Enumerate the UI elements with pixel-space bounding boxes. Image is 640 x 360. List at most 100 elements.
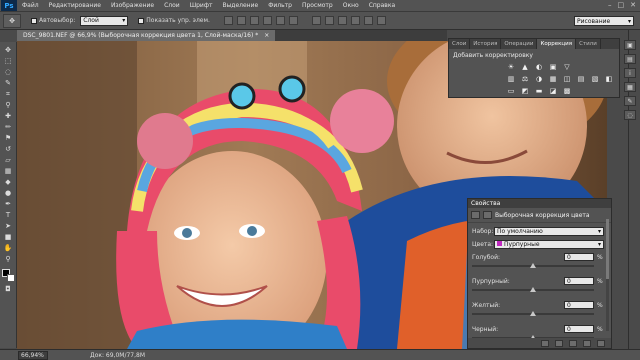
align-bottom-icon[interactable] <box>249 16 259 25</box>
menu-help[interactable]: Справка <box>364 2 400 9</box>
distribute-bottom-icon[interactable] <box>337 16 347 25</box>
move-tool-icon[interactable]: ✥ <box>2 45 15 55</box>
magenta-thumb[interactable] <box>530 287 536 292</box>
menu-image[interactable]: Изображение <box>106 2 159 9</box>
show-controls-checkbox[interactable] <box>138 17 145 24</box>
shape-tool-icon[interactable]: ■ <box>2 232 15 242</box>
document-size[interactable]: Док: 69,0M/77,8M <box>90 352 145 359</box>
zoom-field[interactable]: 66,94% <box>18 350 48 360</box>
gradient-map-icon[interactable]: ◩ <box>520 86 530 95</box>
pattern-icon[interactable]: ▩ <box>562 86 572 95</box>
auto-select-checkbox[interactable] <box>31 17 37 24</box>
healing-brush-tool-icon[interactable]: ✚ <box>2 111 15 121</box>
brush-presets-icon[interactable]: ✎ <box>624 96 636 106</box>
histogram-icon[interactable]: ▤ <box>624 54 636 64</box>
quick-select-tool-icon[interactable]: ✎ <box>2 78 15 88</box>
dodge-tool-icon[interactable]: ● <box>2 188 15 198</box>
quick-mask-icon[interactable]: ◘ <box>2 284 15 294</box>
background-color[interactable] <box>6 274 15 282</box>
clone-stamp-tool-icon[interactable]: ⚑ <box>2 133 15 143</box>
swatches-icon[interactable]: ▦ <box>624 82 636 92</box>
distribute-left-icon[interactable] <box>350 16 360 25</box>
blur-tool-icon[interactable]: ◆ <box>2 177 15 187</box>
distribute-vcenter-icon[interactable] <box>324 16 334 25</box>
distribute-hcenter-icon[interactable] <box>363 16 373 25</box>
brush-tool-icon[interactable]: ✏ <box>2 122 15 132</box>
align-top-icon[interactable] <box>223 16 233 25</box>
maximize-icon[interactable]: □ <box>618 1 625 9</box>
hand-tool-icon[interactable]: ✋ <box>2 243 15 253</box>
close-icon[interactable]: ✕ <box>630 1 636 9</box>
menu-layers[interactable]: Слои <box>159 2 185 9</box>
color-balance-icon[interactable]: ⚖ <box>520 74 530 83</box>
marquee-tool-icon[interactable]: ⬚ <box>2 56 15 66</box>
workspace-dropdown[interactable]: Рисование ▾ <box>574 16 634 26</box>
black-value-input[interactable]: 0 <box>564 325 594 333</box>
minimize-icon[interactable]: – <box>608 1 612 9</box>
distribute-right-icon[interactable] <box>376 16 386 25</box>
history-brush-tool-icon[interactable]: ↺ <box>2 144 15 154</box>
vibrance-icon[interactable]: ▽ <box>562 62 572 71</box>
menu-type[interactable]: Шрифт <box>185 2 218 9</box>
black-white-icon[interactable]: ◑ <box>534 74 544 83</box>
color-swatches[interactable] <box>1 269 15 283</box>
pen-tool-icon[interactable]: ✒ <box>2 199 15 209</box>
hue-saturation-icon[interactable]: ▥ <box>506 74 516 83</box>
lasso-tool-icon[interactable]: ◌ <box>2 67 15 77</box>
distribute-top-icon[interactable] <box>311 16 321 25</box>
yellow-value-input[interactable]: 0 <box>564 301 594 309</box>
type-tool-icon[interactable]: T <box>2 210 15 220</box>
align-right-icon[interactable] <box>288 16 298 25</box>
tab-history[interactable]: История <box>470 39 502 49</box>
view-previous-icon[interactable] <box>555 339 563 347</box>
photo-filter-icon[interactable]: ▦ <box>548 74 558 83</box>
document-tab[interactable]: DSC_9801.NEF @ 66,9% (Выборочная коррекц… <box>17 30 276 41</box>
yellow-thumb[interactable] <box>530 311 536 316</box>
menu-edit[interactable]: Редактирование <box>44 2 106 9</box>
exposure-icon[interactable]: ▣ <box>548 62 558 71</box>
shadows-icon[interactable]: ◪ <box>548 86 558 95</box>
reset-icon[interactable] <box>569 339 577 347</box>
visibility-icon[interactable] <box>583 339 591 347</box>
menu-file[interactable]: Файл <box>17 2 44 9</box>
move-tool-preset-icon[interactable]: ✥ <box>3 13 21 28</box>
eraser-tool-icon[interactable]: ▱ <box>2 155 15 165</box>
auto-select-dropdown[interactable]: Слой ▾ <box>80 15 129 26</box>
info-icon[interactable]: i <box>624 68 636 78</box>
color-lookup-icon[interactable]: ▤ <box>576 74 586 83</box>
brightness-contrast-icon[interactable]: ☀ <box>506 62 516 71</box>
tab-layers[interactable]: Слои <box>449 39 471 49</box>
align-hcenter-icon[interactable] <box>275 16 285 25</box>
tab-adjustments[interactable]: Коррекция <box>537 39 577 49</box>
tab-actions[interactable]: Операции <box>501 39 538 49</box>
selective-color-icon[interactable]: ▬ <box>534 86 544 95</box>
cyan-thumb[interactable] <box>530 263 536 268</box>
channel-mixer-icon[interactable]: ◫ <box>562 74 572 83</box>
align-left-icon[interactable] <box>262 16 272 25</box>
cyan-value-input[interactable]: 0 <box>564 253 594 261</box>
mask-icon[interactable] <box>483 211 492 219</box>
menu-window[interactable]: Окно <box>338 2 364 9</box>
preset-dropdown[interactable]: По умолчанию ▾ <box>494 227 604 236</box>
menu-filter[interactable]: Фильтр <box>263 2 297 9</box>
menu-view[interactable]: Просмотр <box>297 2 338 9</box>
invert-icon[interactable]: ▧ <box>590 74 600 83</box>
levels-icon[interactable]: ▲ <box>520 62 530 71</box>
navigator-icon[interactable]: ▣ <box>624 40 636 50</box>
menu-select[interactable]: Выделение <box>217 2 263 9</box>
threshold-icon[interactable]: ▭ <box>506 86 516 95</box>
trash-icon[interactable] <box>597 339 605 347</box>
properties-scrollbar[interactable] <box>606 219 609 331</box>
align-vcenter-icon[interactable] <box>236 16 246 25</box>
paths-icon[interactable]: ◌ <box>624 110 636 120</box>
adjustment-layer-icon[interactable] <box>471 211 480 219</box>
magenta-value-input[interactable]: 0 <box>564 277 594 285</box>
close-tab-icon[interactable]: × <box>264 32 269 39</box>
scrollbar-thumb[interactable] <box>606 219 609 279</box>
path-selection-tool-icon[interactable]: ➤ <box>2 221 15 231</box>
posterize-icon[interactable]: ◧ <box>604 74 614 83</box>
gradient-tool-icon[interactable]: ▦ <box>2 166 15 176</box>
crop-tool-icon[interactable]: ⌗ <box>2 89 15 99</box>
curves-icon[interactable]: ◐ <box>534 62 544 71</box>
tab-styles[interactable]: Стили <box>576 39 601 49</box>
